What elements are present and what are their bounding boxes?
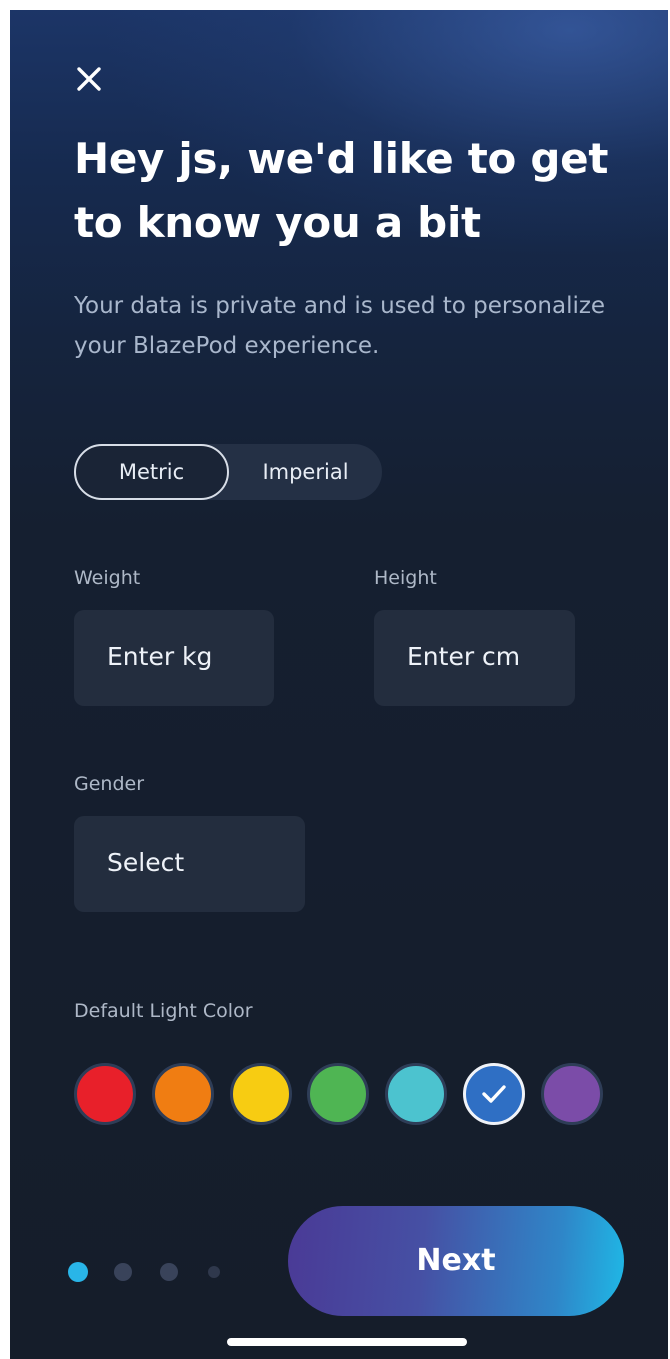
color-swatch-blue[interactable]	[463, 1063, 525, 1125]
height-input[interactable]: Enter cm	[374, 610, 575, 706]
unit-option-metric[interactable]: Metric	[74, 444, 229, 500]
color-swatch-purple[interactable]	[541, 1063, 603, 1125]
color-swatch-cyan[interactable]	[385, 1063, 447, 1125]
pagination-dot	[114, 1263, 132, 1281]
unit-toggle: Metric Imperial	[74, 444, 382, 500]
pagination-dot-active	[68, 1262, 88, 1282]
pagination-dots	[68, 1262, 238, 1282]
weight-label: Weight	[74, 567, 141, 589]
color-swatch-green[interactable]	[307, 1063, 369, 1125]
privacy-subtitle: Your data is private and is used to pers…	[74, 293, 606, 359]
gender-select[interactable]: Select	[74, 816, 305, 912]
page-title: Hey js, we'd like to get to know you a b…	[74, 134, 609, 247]
color-swatch-row	[74, 1063, 614, 1129]
checkmark-icon	[482, 1085, 506, 1103]
weight-input[interactable]: Enter kg	[74, 610, 274, 706]
light-color-label: Default Light Color	[74, 1000, 253, 1022]
close-icon[interactable]	[72, 62, 106, 96]
next-button[interactable]: Next	[288, 1206, 624, 1316]
unit-option-imperial[interactable]: Imperial	[229, 444, 382, 500]
pagination-dot	[160, 1263, 178, 1281]
color-swatch-yellow[interactable]	[230, 1063, 292, 1125]
onboarding-screen: Hey js, we'd like to get to know you a b…	[10, 10, 668, 1359]
pagination-dot	[208, 1266, 220, 1278]
height-label: Height	[374, 567, 437, 589]
gender-label: Gender	[74, 773, 145, 795]
color-swatch-red[interactable]	[74, 1063, 136, 1125]
color-swatch-orange[interactable]	[152, 1063, 214, 1125]
home-indicator	[227, 1338, 467, 1346]
